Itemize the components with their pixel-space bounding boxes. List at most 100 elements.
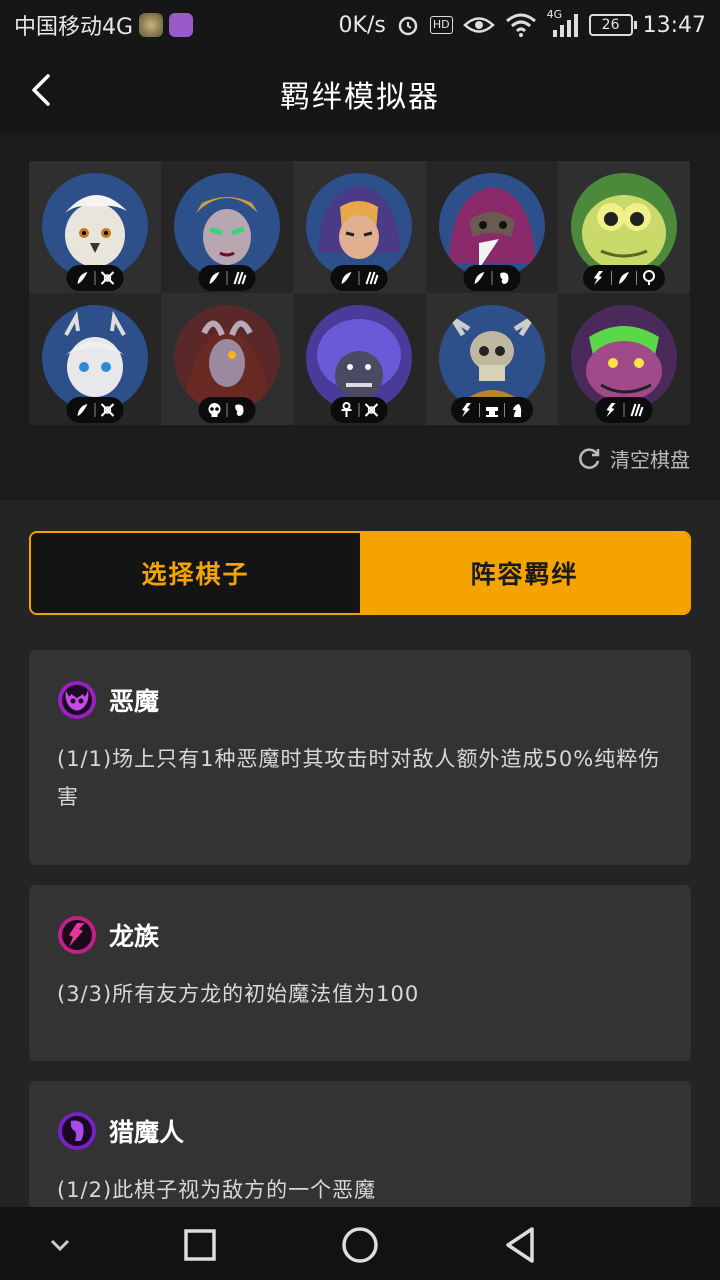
board-slot[interactable] xyxy=(557,161,690,293)
clock: 13:47 xyxy=(642,12,706,38)
chevron-down-icon[interactable] xyxy=(40,1225,80,1265)
tag-divider xyxy=(478,403,480,417)
synergy-card-demon: 恶魔 (1/1)场上只有1种恶魔时其攻击时对敌人额外造成50%纯粹伤害 xyxy=(29,650,691,865)
board-slot[interactable] xyxy=(293,293,426,425)
feather-icon xyxy=(207,270,223,286)
tab-lineup-bonds[interactable]: 阵容羁绊 xyxy=(360,533,689,613)
board-panel: 清空棋盘 xyxy=(0,132,720,500)
tag-divider xyxy=(491,271,493,285)
hero-portrait-frog-mage[interactable] xyxy=(570,173,677,279)
mask-icon xyxy=(232,402,248,418)
hero-trait-tags xyxy=(463,265,521,291)
hero-trait-tags xyxy=(66,265,124,291)
synergy-name: 龙族 xyxy=(109,922,160,951)
page-title: 羁绊模拟器 xyxy=(280,80,440,115)
hero-trait-tags xyxy=(595,397,653,423)
board-slot[interactable] xyxy=(293,161,426,293)
battery-indicator: 26 xyxy=(588,14,637,36)
square-icon[interactable] xyxy=(180,1225,220,1265)
synergy-description: (3/3)所有友方龙的初始魔法值为100 xyxy=(57,982,420,1006)
dragon-icon xyxy=(591,270,607,286)
synergy-name: 猎魔人 xyxy=(109,1118,185,1147)
clear-board-label: 清空棋盘 xyxy=(610,448,690,472)
net-speed: 0K/s xyxy=(338,12,386,38)
tag-divider xyxy=(610,271,612,285)
chess-board xyxy=(29,161,690,425)
hero-portrait-horned-demon[interactable] xyxy=(174,305,281,411)
gallery-notification-icon xyxy=(169,13,194,37)
feather-icon xyxy=(471,270,487,286)
hero-trait-tags xyxy=(330,265,388,291)
crossed-bows-icon xyxy=(364,402,380,418)
board-slot[interactable] xyxy=(29,293,162,425)
question-icon xyxy=(641,270,657,286)
wifi-icon xyxy=(505,13,536,37)
tag-divider xyxy=(623,403,625,417)
synergy-card-dragon: 龙族 (3/3)所有友方龙的初始魔法值为100 xyxy=(29,885,691,1061)
demon-hunter-icon xyxy=(57,1111,97,1151)
synergy-name: 恶魔 xyxy=(109,687,160,716)
hero-portrait-purple-dragon[interactable] xyxy=(570,305,677,411)
hero-trait-tags xyxy=(330,397,388,423)
circle-icon[interactable] xyxy=(340,1225,380,1265)
crossed-bows-icon xyxy=(100,402,116,418)
claws-icon xyxy=(628,402,644,418)
tag-divider xyxy=(358,403,360,417)
hero-trait-tags xyxy=(66,397,124,423)
status-bar: 中国移动4G 0K/s HD 4G 26 13:47 xyxy=(0,0,720,50)
hero-trait-tags xyxy=(582,265,665,291)
hero-portrait-purple-troll[interactable] xyxy=(306,305,413,411)
feather-icon xyxy=(339,270,355,286)
hero-portrait-white-bird-warrior[interactable] xyxy=(42,173,148,279)
hero-portrait-green-witch[interactable] xyxy=(174,173,281,279)
crossed-bows-icon xyxy=(100,270,116,286)
dragon-icon xyxy=(603,402,619,418)
tag-divider xyxy=(503,403,505,417)
hero-portrait-hooded-archer[interactable] xyxy=(306,173,413,279)
board-slot[interactable] xyxy=(29,161,162,293)
system-nav-bar xyxy=(0,1207,720,1280)
hero-trait-tags xyxy=(450,397,533,423)
claws-icon xyxy=(364,270,380,286)
synergy-description: (1/1)场上只有1种恶魔时其攻击时对敌人额外造成50%纯粹伤害 xyxy=(57,747,661,809)
cell-signal-icon: 4G xyxy=(547,8,579,38)
carrier-label: 中国移动4G xyxy=(14,15,134,40)
board-slot[interactable] xyxy=(161,161,294,293)
board-slot[interactable] xyxy=(161,293,294,425)
alarm-icon xyxy=(398,16,418,36)
anvil-icon xyxy=(484,402,500,418)
dragon-icon xyxy=(459,402,475,418)
hero-portrait-plague-doctor[interactable] xyxy=(438,173,545,279)
view-tabs: 选择棋子 阵容羁绊 xyxy=(29,531,691,615)
feather-icon xyxy=(75,402,91,418)
ankh-icon xyxy=(339,402,355,418)
dragon-icon xyxy=(57,915,97,955)
skull-icon xyxy=(207,402,223,418)
knight-icon xyxy=(509,402,525,418)
hero-portrait-skeleton-king[interactable] xyxy=(438,305,545,411)
app-header: 羁绊模拟器 xyxy=(0,50,720,132)
synergy-description: (1/2)此棋子视为敌方的一个恶魔 xyxy=(57,1178,377,1202)
synergy-card-demon-hunter: 猎魔人 (1/2)此棋子视为敌方的一个恶魔 xyxy=(29,1081,691,1207)
hero-trait-tags xyxy=(198,265,256,291)
tag-divider xyxy=(94,403,96,417)
tag-divider xyxy=(226,271,228,285)
board-slot[interactable] xyxy=(425,161,558,293)
tag-divider xyxy=(635,271,637,285)
claws-icon xyxy=(232,270,248,286)
feather-icon xyxy=(616,270,632,286)
hero-trait-tags xyxy=(198,397,256,423)
mask-icon xyxy=(496,270,512,286)
clear-board-button[interactable]: 清空棋盘 xyxy=(576,444,690,473)
board-slot[interactable] xyxy=(557,293,690,425)
app-notification-icon xyxy=(139,13,164,37)
tag-divider xyxy=(358,271,360,285)
feather-icon xyxy=(75,270,91,286)
tab-select-pieces[interactable]: 选择棋子 xyxy=(31,533,360,613)
tag-divider xyxy=(226,403,228,417)
refresh-icon xyxy=(579,447,600,469)
triangle-back-icon[interactable] xyxy=(500,1225,540,1265)
eye-icon xyxy=(462,17,495,33)
board-slot[interactable] xyxy=(425,293,558,425)
hero-portrait-antler-girl[interactable] xyxy=(42,305,148,411)
